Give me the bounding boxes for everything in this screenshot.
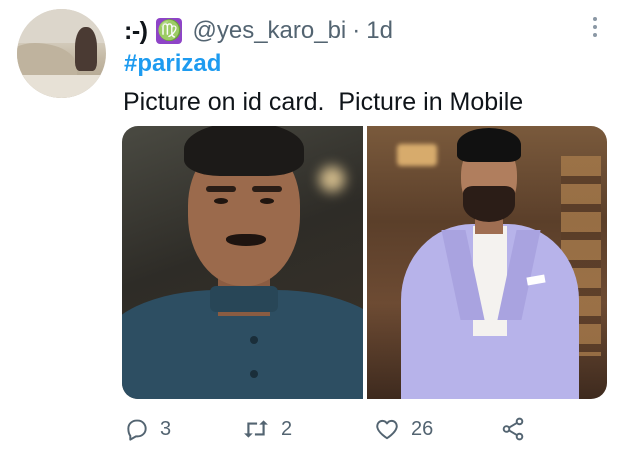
eye xyxy=(260,198,274,204)
separator-dot: · xyxy=(352,17,361,44)
avatar[interactable] xyxy=(17,9,106,98)
like-button[interactable]: 26 xyxy=(373,414,433,444)
hair xyxy=(456,128,521,162)
shirt-button xyxy=(250,370,258,378)
retweet-button[interactable]: 2 xyxy=(241,414,292,444)
media-grid xyxy=(122,126,607,399)
timestamp[interactable]: 1d xyxy=(366,17,393,45)
collar xyxy=(210,286,278,312)
more-icon[interactable] xyxy=(588,14,602,42)
reply-button[interactable]: 3 xyxy=(124,414,171,444)
retweet-count: 2 xyxy=(281,417,293,440)
media-photo-mobile[interactable] xyxy=(366,126,607,399)
hair xyxy=(184,126,304,176)
avatar-person xyxy=(75,27,97,71)
virgo-badge: ♍ xyxy=(156,18,183,44)
mustache xyxy=(226,234,266,246)
retweet-icon xyxy=(244,420,268,438)
like-count: 26 xyxy=(411,417,434,440)
media-photo-id-card[interactable] xyxy=(122,126,363,399)
avatar-ground xyxy=(17,75,106,98)
hashtag-link[interactable]: #parizad xyxy=(124,50,221,78)
shirt-button xyxy=(250,336,258,344)
eyebrow xyxy=(252,186,282,192)
eye xyxy=(214,198,228,204)
user-handle[interactable]: @yes_karo_bi xyxy=(192,17,346,45)
reply-count: 3 xyxy=(160,417,172,440)
display-name[interactable]: :-) xyxy=(124,17,148,46)
like-icon xyxy=(376,419,398,440)
tweet-header: :-) ♍ @yes_karo_bi · 1d xyxy=(124,14,393,48)
background-light xyxy=(318,166,345,192)
eyebrow xyxy=(206,186,236,192)
reply-icon xyxy=(127,419,147,441)
beard xyxy=(462,186,515,222)
share-icon xyxy=(502,417,524,441)
tweet-text: Picture on id card. Picture in Mobile xyxy=(123,88,524,116)
tweet-actions: 3 2 26 xyxy=(0,414,626,444)
background-lamp xyxy=(396,144,437,166)
share-button[interactable] xyxy=(500,414,526,444)
